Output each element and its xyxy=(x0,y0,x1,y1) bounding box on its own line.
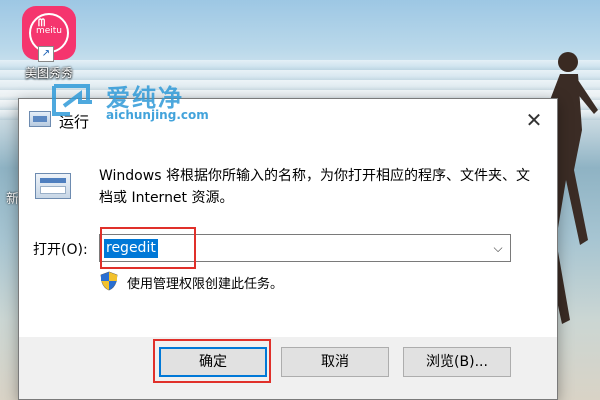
shortcut-arrow-icon: ↗ xyxy=(38,46,54,62)
dialog-description: Windows 将根据你所输入的名称，为你打开相应的程序、文件夹、文档或 Int… xyxy=(99,168,530,206)
command-combobox[interactable]: regedit ⌵ xyxy=(99,234,511,262)
dialog-titlebar[interactable]: 运行 ✕ xyxy=(19,99,557,141)
desktop-shortcut-label: 美图秀秀 xyxy=(24,66,73,80)
meitu-logo-text: meitu xyxy=(35,26,63,36)
command-input-value[interactable]: regedit xyxy=(104,239,158,258)
ok-button[interactable]: 确定 xyxy=(159,347,267,377)
dialog-footer: 确定 取消 浏览(B)... xyxy=(19,337,557,399)
uac-shield-icon xyxy=(100,271,118,291)
desktop-background: ᗰ meitu ↗ 美图秀秀 新 运行 ✕ Windows 将根据你所输入的名称… xyxy=(0,0,600,400)
open-field-label: 打开(O): xyxy=(33,242,88,258)
run-dialog: 运行 ✕ Windows 将根据你所输入的名称，为你打开相应的程序、文件夹、文档… xyxy=(18,98,558,400)
meitu-app-icon: ᗰ meitu ↗ xyxy=(22,6,76,62)
dialog-title: 运行 xyxy=(59,113,90,131)
admin-privilege-note: 使用管理权限创建此任务。 xyxy=(127,277,284,292)
dialog-content: Windows 将根据你所输入的名称，为你打开相应的程序、文件夹、文档或 Int… xyxy=(19,141,557,337)
browse-button[interactable]: 浏览(B)... xyxy=(403,347,511,377)
run-program-icon xyxy=(35,173,71,199)
close-icon: ✕ xyxy=(525,108,543,132)
close-button[interactable]: ✕ xyxy=(511,99,557,141)
cancel-button[interactable]: 取消 xyxy=(281,347,389,377)
desktop-shortcut-meitu[interactable]: ᗰ meitu ↗ 美图秀秀 xyxy=(14,6,84,81)
run-app-icon xyxy=(29,111,51,127)
chevron-down-icon[interactable]: ⌵ xyxy=(490,238,506,258)
